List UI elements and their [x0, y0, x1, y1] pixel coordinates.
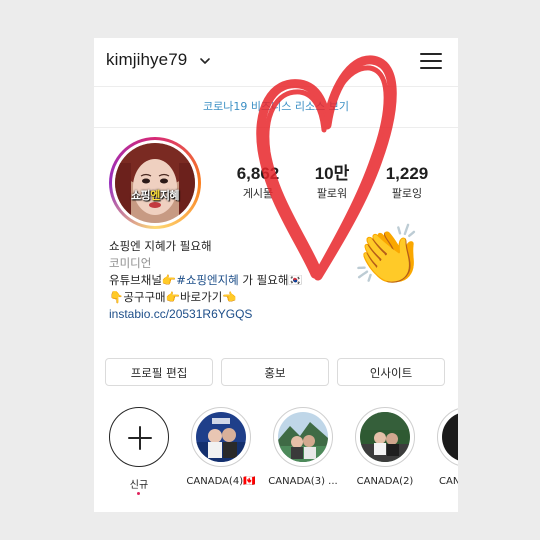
avatar-photo: 쇼핑엔지혜: [115, 143, 195, 223]
insights-button[interactable]: 인사이트: [337, 358, 445, 386]
new-indicator-dot: [137, 492, 140, 495]
highlight-thumbnail: [442, 412, 458, 462]
stat-label: 팔로워: [316, 187, 348, 200]
highlight-thumbnail: [278, 412, 328, 462]
stat-label: 팔로잉: [391, 187, 423, 200]
profile-category: 코미디언: [109, 256, 152, 270]
stat-value: 10만: [314, 164, 350, 183]
avatar-caption: 쇼핑엔지혜: [130, 189, 180, 202]
highlight-thumbnail: [196, 412, 246, 462]
hamburger-menu-icon[interactable]: [420, 51, 442, 71]
following-count[interactable]: 1,229 팔로잉: [369, 164, 445, 201]
plus-icon: [128, 426, 152, 450]
business-resources-link[interactable]: 코로나19 비즈니스 리소스 보기: [94, 87, 458, 128]
bio-website-link[interactable]: instabio.cc/20531R6YGQS: [109, 306, 439, 323]
stat-label: 게시물: [242, 187, 274, 200]
promotions-button[interactable]: 홍보: [221, 358, 329, 386]
highlight-thumbnail: [360, 412, 410, 462]
bio-line: 유튜브채널👉#쇼핑엔지혜 가 필요해🇰🇷: [109, 273, 303, 287]
profile-name: 쇼핑엔 지혜가 필요해: [109, 239, 212, 253]
bio-line: 👇공구구매👉바로가기👈: [109, 290, 237, 304]
profile-avatar[interactable]: 쇼핑엔지혜: [109, 137, 201, 229]
stat-value: 1,229: [385, 164, 429, 183]
highlight-label: 신규: [129, 480, 149, 491]
followers-count[interactable]: 10만 팔로워: [294, 164, 370, 201]
highlight-label: CANA: [439, 476, 458, 487]
highlight-label: CANADA(2): [356, 476, 414, 487]
highlight-label: CANADA(4)🇨🇦: [186, 476, 256, 487]
account-username[interactable]: kimjihye79: [106, 50, 187, 70]
profile-bio: 쇼핑엔 지혜가 필요해 코미디언 유튜브채널👉#쇼핑엔지혜 가 필요해🇰🇷 👇공…: [109, 238, 439, 323]
top-bar: kimjihye79: [94, 38, 458, 87]
highlight-label: CANADA(3) ...: [268, 476, 338, 487]
chevron-down-icon[interactable]: [198, 54, 212, 68]
instagram-profile-screen: kimjihye79 코로나19 비즈니스 리소스 보기 쇼핑엔지혜 6,862…: [94, 38, 458, 512]
posts-count[interactable]: 6,862 게시물: [220, 164, 296, 201]
hashtag-link[interactable]: #쇼핑엔지혜: [176, 273, 239, 287]
edit-profile-button[interactable]: 프로필 편집: [105, 358, 213, 386]
stat-value: 6,862: [236, 164, 280, 183]
